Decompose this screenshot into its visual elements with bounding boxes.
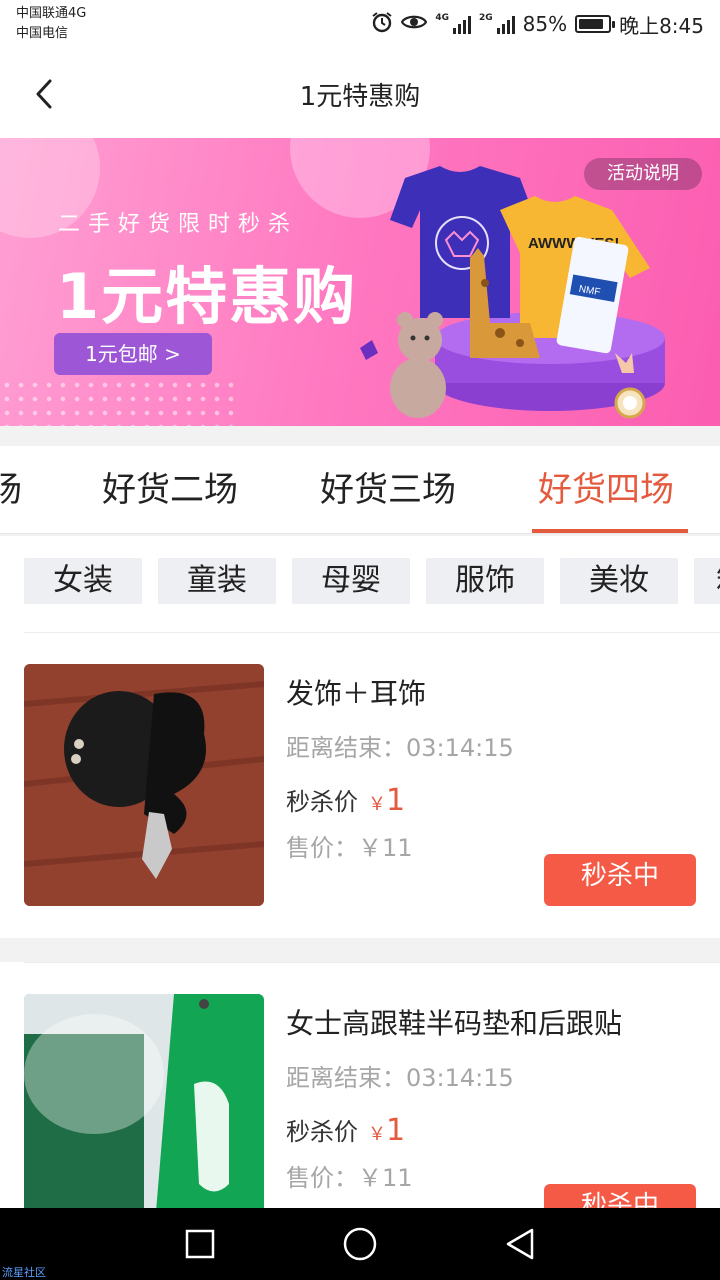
countdown: 距离结束：03:14:15 bbox=[286, 734, 514, 762]
app-screen: 中国联通4G 中国电信 4G 2G 85% 晚上8:45 1元特惠购 二手好货限… bbox=[0, 0, 720, 1280]
nav-bar: 1元特惠购 bbox=[0, 50, 720, 138]
flash-price: 秒杀价 ￥1 bbox=[286, 1112, 405, 1148]
session-tabs: 场 好货二场 好货三场 好货四场 bbox=[0, 446, 720, 534]
alarm-icon bbox=[371, 11, 393, 38]
signal-sim2-icon: 2G bbox=[479, 14, 515, 34]
product-title[interactable]: 发饰＋耳饰 bbox=[286, 672, 426, 712]
status-bar: 中国联通4G 中国电信 4G 2G 85% 晚上8:45 bbox=[0, 0, 720, 50]
flash-sale-button[interactable]: 秒杀中 bbox=[544, 854, 696, 906]
tab-session-2[interactable]: 好货二场 bbox=[102, 462, 238, 511]
product-title[interactable]: 女士高跟鞋半码垫和后跟贴 bbox=[286, 1002, 622, 1042]
currency-symbol: ￥ bbox=[368, 1124, 386, 1145]
category-chip[interactable]: 美妆 bbox=[560, 558, 678, 604]
category-chip[interactable]: 箱 bbox=[694, 558, 720, 604]
active-tab-indicator bbox=[532, 529, 688, 533]
back-nav-button[interactable] bbox=[500, 1226, 540, 1262]
clock: 晚上8:45 bbox=[619, 13, 704, 38]
category-chip[interactable]: 服饰 bbox=[426, 558, 544, 604]
divider bbox=[24, 962, 720, 963]
watermark: 流星社区 bbox=[2, 1266, 46, 1279]
flash-price-value: 1 bbox=[386, 783, 406, 818]
flash-price: 秒杀价 ￥1 bbox=[286, 782, 405, 818]
page-title: 1元特惠购 bbox=[299, 82, 421, 112]
category-filter: 女装 童装 母婴 服饰 美妆 箱 bbox=[0, 536, 720, 632]
product-card[interactable]: 发饰＋耳饰 距离结束：03:14:15 秒杀价 ￥1 售价：￥11 秒杀中 bbox=[0, 632, 720, 938]
recents-button[interactable] bbox=[180, 1226, 220, 1262]
category-chip[interactable]: 童装 bbox=[158, 558, 276, 604]
carrier-info: 中国联通4G 中国电信 bbox=[16, 4, 86, 44]
circle-icon bbox=[343, 1227, 377, 1261]
original-price: 售价：￥11 bbox=[286, 834, 413, 862]
free-shipping-pill[interactable]: 1元包邮 > bbox=[54, 333, 212, 375]
carrier-secondary: 中国电信 bbox=[16, 26, 69, 41]
banner-headline: 1元特惠购 bbox=[56, 260, 358, 333]
system-nav-bar: 流星社区 bbox=[0, 1208, 720, 1280]
tab-session-3[interactable]: 好货三场 bbox=[320, 462, 456, 511]
battery-icon bbox=[575, 15, 616, 33]
tab-session-4[interactable]: 好货四场 bbox=[538, 462, 674, 511]
divider bbox=[24, 632, 720, 633]
eye-comfort-icon bbox=[401, 12, 428, 36]
status-icons: 4G 2G 85% 晚上8:45 bbox=[371, 8, 704, 40]
carrier-primary: 中国联通4G bbox=[16, 6, 87, 21]
signal-sim1-icon: 4G bbox=[435, 14, 471, 34]
square-icon bbox=[185, 1229, 215, 1259]
currency-symbol: ￥ bbox=[368, 794, 386, 815]
promo-banner[interactable]: 二手好货限时秒杀 1元特惠购 1元包邮 > AWWW YES! NMF bbox=[0, 138, 720, 426]
category-chip[interactable]: 母婴 bbox=[292, 558, 410, 604]
battery-percent: 85% bbox=[522, 12, 568, 36]
activity-rules-button[interactable]: 活动说明 bbox=[584, 158, 702, 190]
product-image[interactable] bbox=[24, 994, 264, 1236]
banner-decor-dots bbox=[0, 378, 240, 426]
countdown: 距离结束：03:14:15 bbox=[286, 1064, 514, 1092]
flash-price-label: 秒杀价 bbox=[286, 1118, 358, 1146]
home-button[interactable] bbox=[340, 1226, 380, 1262]
tab-session-1[interactable]: 场 bbox=[0, 462, 22, 511]
product-image[interactable] bbox=[24, 664, 264, 906]
flash-price-label: 秒杀价 bbox=[286, 788, 358, 816]
triangle-back-icon bbox=[506, 1228, 534, 1260]
original-price: 售价：￥11 bbox=[286, 1164, 413, 1192]
battery-fill bbox=[579, 19, 603, 29]
product-card[interactable]: 女士高跟鞋半码垫和后跟贴 距离结束：03:14:15 秒杀价 ￥1 售价：￥11 … bbox=[0, 962, 720, 1236]
flash-price-value: 1 bbox=[386, 1113, 406, 1148]
banner-subtitle: 二手好货限时秒杀 bbox=[58, 212, 299, 237]
category-chip[interactable]: 女装 bbox=[24, 558, 142, 604]
